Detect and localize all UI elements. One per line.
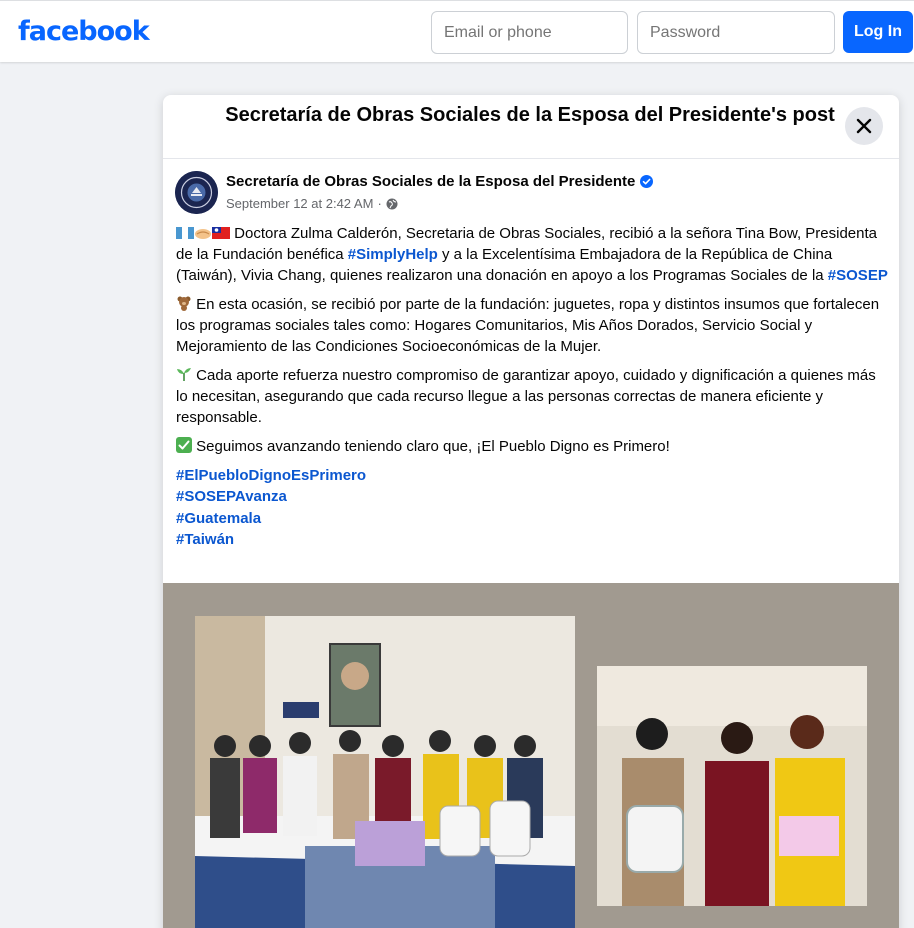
hashtag-sosep[interactable]: #SOSEP (828, 267, 888, 284)
paragraph-2: En esta ocasión, se recibió por parte de… (176, 294, 888, 357)
post-photo-collage[interactable] (163, 583, 899, 928)
hashtag-link[interactable]: #Guatemala (176, 508, 888, 529)
facebook-logo[interactable]: facebook (18, 16, 150, 47)
group-photo[interactable] (195, 616, 575, 928)
top-bar: facebook Log In (0, 0, 914, 62)
close-icon (856, 118, 872, 134)
hashtag-simplyhelp[interactable]: #SimplyHelp (348, 246, 438, 263)
paragraph-2-text: En esta ocasión, se recibió por parte de… (176, 296, 880, 355)
hashtag-link[interactable]: #Taiwán (176, 529, 888, 550)
hashtag-link[interactable]: #ElPuebloDignoEsPrimero (176, 465, 888, 486)
close-button[interactable] (845, 107, 883, 145)
avatar[interactable] (175, 171, 218, 214)
modal-header: Secretaría de Obras Sociales de la Espos… (163, 95, 899, 159)
taiwan-flag-icon (212, 227, 230, 239)
hashtag-list: #ElPuebloDignoEsPrimero #SOSEPAvanza #Gu… (176, 465, 888, 550)
login-button[interactable]: Log In (843, 11, 913, 53)
paragraph-4-text: Seguimos avanzando teniendo claro que, ¡… (192, 438, 670, 455)
trio-photo[interactable] (597, 666, 867, 906)
government-seal-icon (175, 171, 218, 214)
paragraph-3: Cada aporte refuerza nuestro compromiso … (176, 365, 888, 428)
post-date[interactable]: September 12 at 2:42 AM (226, 196, 373, 211)
password-field[interactable] (637, 11, 835, 54)
guatemala-flag-icon (176, 227, 194, 239)
paragraph-1: Doctora Zulma Calderón, Secretaria de Ob… (176, 223, 888, 286)
teddy-bear-icon (177, 296, 191, 311)
author-name[interactable]: Secretaría de Obras Sociales de la Espos… (226, 173, 635, 190)
hashtag-link[interactable]: #SOSEPAvanza (176, 486, 888, 507)
post-header: Secretaría de Obras Sociales de la Espos… (175, 171, 875, 217)
meta-separator: · (377, 196, 382, 211)
seedling-icon (177, 368, 191, 381)
modal-title: Secretaría de Obras Sociales de la Espos… (225, 104, 835, 126)
paragraph-3-text: Cada aporte refuerza nuestro compromiso … (176, 367, 876, 426)
post-meta: September 12 at 2:42 AM · (226, 196, 398, 211)
post-text: Doctora Zulma Calderón, Secretaria de Ob… (176, 223, 888, 550)
globe-icon (386, 198, 398, 209)
verified-badge-icon (640, 175, 654, 188)
paragraph-4: Seguimos avanzando teniendo claro que, ¡… (176, 436, 888, 457)
email-field[interactable] (431, 11, 628, 54)
check-mark-icon (176, 437, 192, 453)
handshake-icon (195, 229, 211, 239)
post-modal: Secretaría de Obras Sociales de la Espos… (163, 95, 899, 928)
